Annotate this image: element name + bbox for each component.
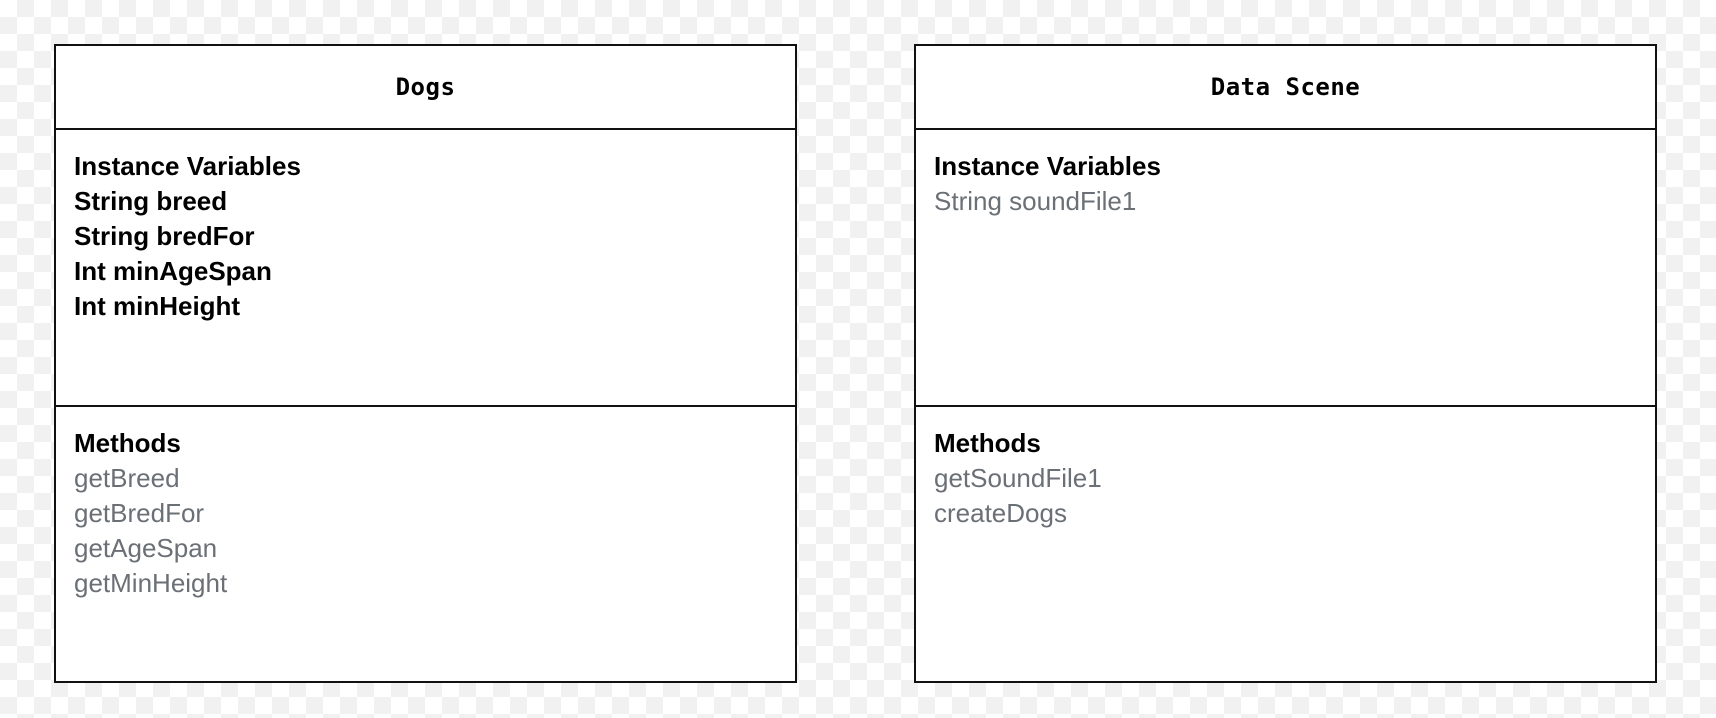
method-item: getMinHeight bbox=[74, 568, 228, 598]
attributes-heading: Instance Variables bbox=[934, 151, 1161, 181]
method-item: getAgeSpan bbox=[74, 533, 218, 563]
attributes-section: Instance Variables String breed String b… bbox=[56, 130, 795, 407]
class-box-dogs: Dogs Instance Variables String breed Str… bbox=[54, 44, 797, 683]
method-item: createDogs bbox=[934, 498, 1067, 528]
method-item: getBreed bbox=[74, 463, 180, 493]
class-title: Dogs bbox=[395, 73, 456, 101]
class-header: Dogs bbox=[56, 46, 795, 130]
methods-section: Methods getBreed getBredFor getAgeSpan g… bbox=[56, 407, 795, 684]
methods-section: Methods getSoundFile1 createDogs bbox=[916, 407, 1655, 684]
attribute-item: String bredFor bbox=[74, 221, 255, 251]
methods-heading: Methods bbox=[74, 428, 181, 458]
method-item: getBredFor bbox=[74, 498, 205, 528]
attribute-item: String breed bbox=[74, 186, 228, 216]
class-header: Data Scene bbox=[916, 46, 1655, 130]
methods-heading: Methods bbox=[934, 428, 1041, 458]
attribute-item: String soundFile1 bbox=[934, 186, 1137, 216]
class-box-data-scene: Data Scene Instance Variables String sou… bbox=[914, 44, 1657, 683]
attributes-heading: Instance Variables bbox=[74, 151, 301, 181]
attribute-item: Int minAgeSpan bbox=[74, 256, 272, 286]
attribute-item: Int minHeight bbox=[74, 291, 241, 321]
method-item: getSoundFile1 bbox=[934, 463, 1102, 493]
attributes-section: Instance Variables String soundFile1 bbox=[916, 130, 1655, 407]
class-title: Data Scene bbox=[1210, 73, 1361, 101]
